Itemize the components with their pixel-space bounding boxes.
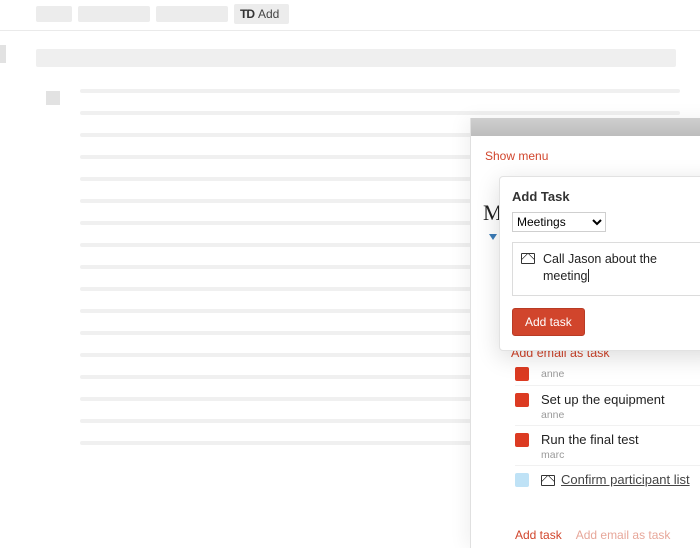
task-title: Set up the equipment: [541, 392, 700, 407]
task-input-text: Call Jason about the meeting: [543, 251, 700, 285]
task-assignee: marc: [541, 449, 700, 461]
task-checkbox[interactable]: [515, 473, 529, 487]
text-cursor: [588, 269, 589, 282]
todoist-panel: Show menu M Add Task Meetings Call Jason…: [470, 118, 700, 548]
toolbar-slot: [36, 6, 72, 22]
task-checkbox[interactable]: [515, 367, 529, 381]
collapse-icon[interactable]: [489, 234, 497, 240]
task-input[interactable]: Call Jason about the meeting: [512, 242, 700, 296]
add-task-popover: Add Task Meetings Call Jason about the m…: [499, 176, 700, 351]
task-row[interactable]: Confirm participant list: [515, 465, 700, 493]
task-assignee: anne: [541, 368, 700, 380]
task-row[interactable]: Set up the equipment anne: [515, 385, 700, 425]
task-checkbox[interactable]: [515, 433, 529, 447]
add-task-button[interactable]: Add task: [512, 308, 585, 336]
task-checkbox[interactable]: [515, 393, 529, 407]
task-assignee: anne: [541, 409, 700, 421]
popover-title: Add Task: [512, 189, 700, 204]
todoist-add-label: Add: [258, 7, 279, 21]
add-email-as-task-link-bottom[interactable]: Add email as task: [576, 528, 671, 542]
task-title: Confirm participant list: [541, 472, 690, 487]
app-toolbar: TD Add: [0, 0, 700, 28]
task-row[interactable]: anne: [515, 360, 700, 385]
task-list: anne Set up the equipment anne Run the f…: [515, 360, 700, 493]
email-icon: [541, 475, 555, 486]
task-row[interactable]: Run the final test marc: [515, 425, 700, 465]
toolbar-slot: [78, 6, 150, 22]
toolbar-slot: [156, 6, 228, 22]
email-icon: [521, 253, 535, 264]
mail-left-tab: [0, 45, 6, 63]
todoist-logo-icon: TD: [240, 7, 254, 21]
show-menu-link[interactable]: Show menu: [485, 149, 548, 163]
mail-avatar-placeholder: [46, 91, 60, 105]
task-title: Run the final test: [541, 432, 700, 447]
add-task-link[interactable]: Add task: [515, 528, 562, 542]
mail-subject-placeholder: [36, 49, 676, 67]
project-select[interactable]: Meetings: [512, 212, 606, 232]
panel-bottom-links: Add task Add email as task: [515, 528, 670, 542]
todoist-add-button[interactable]: TD Add: [234, 4, 289, 24]
panel-titlebar[interactable]: [471, 118, 700, 136]
